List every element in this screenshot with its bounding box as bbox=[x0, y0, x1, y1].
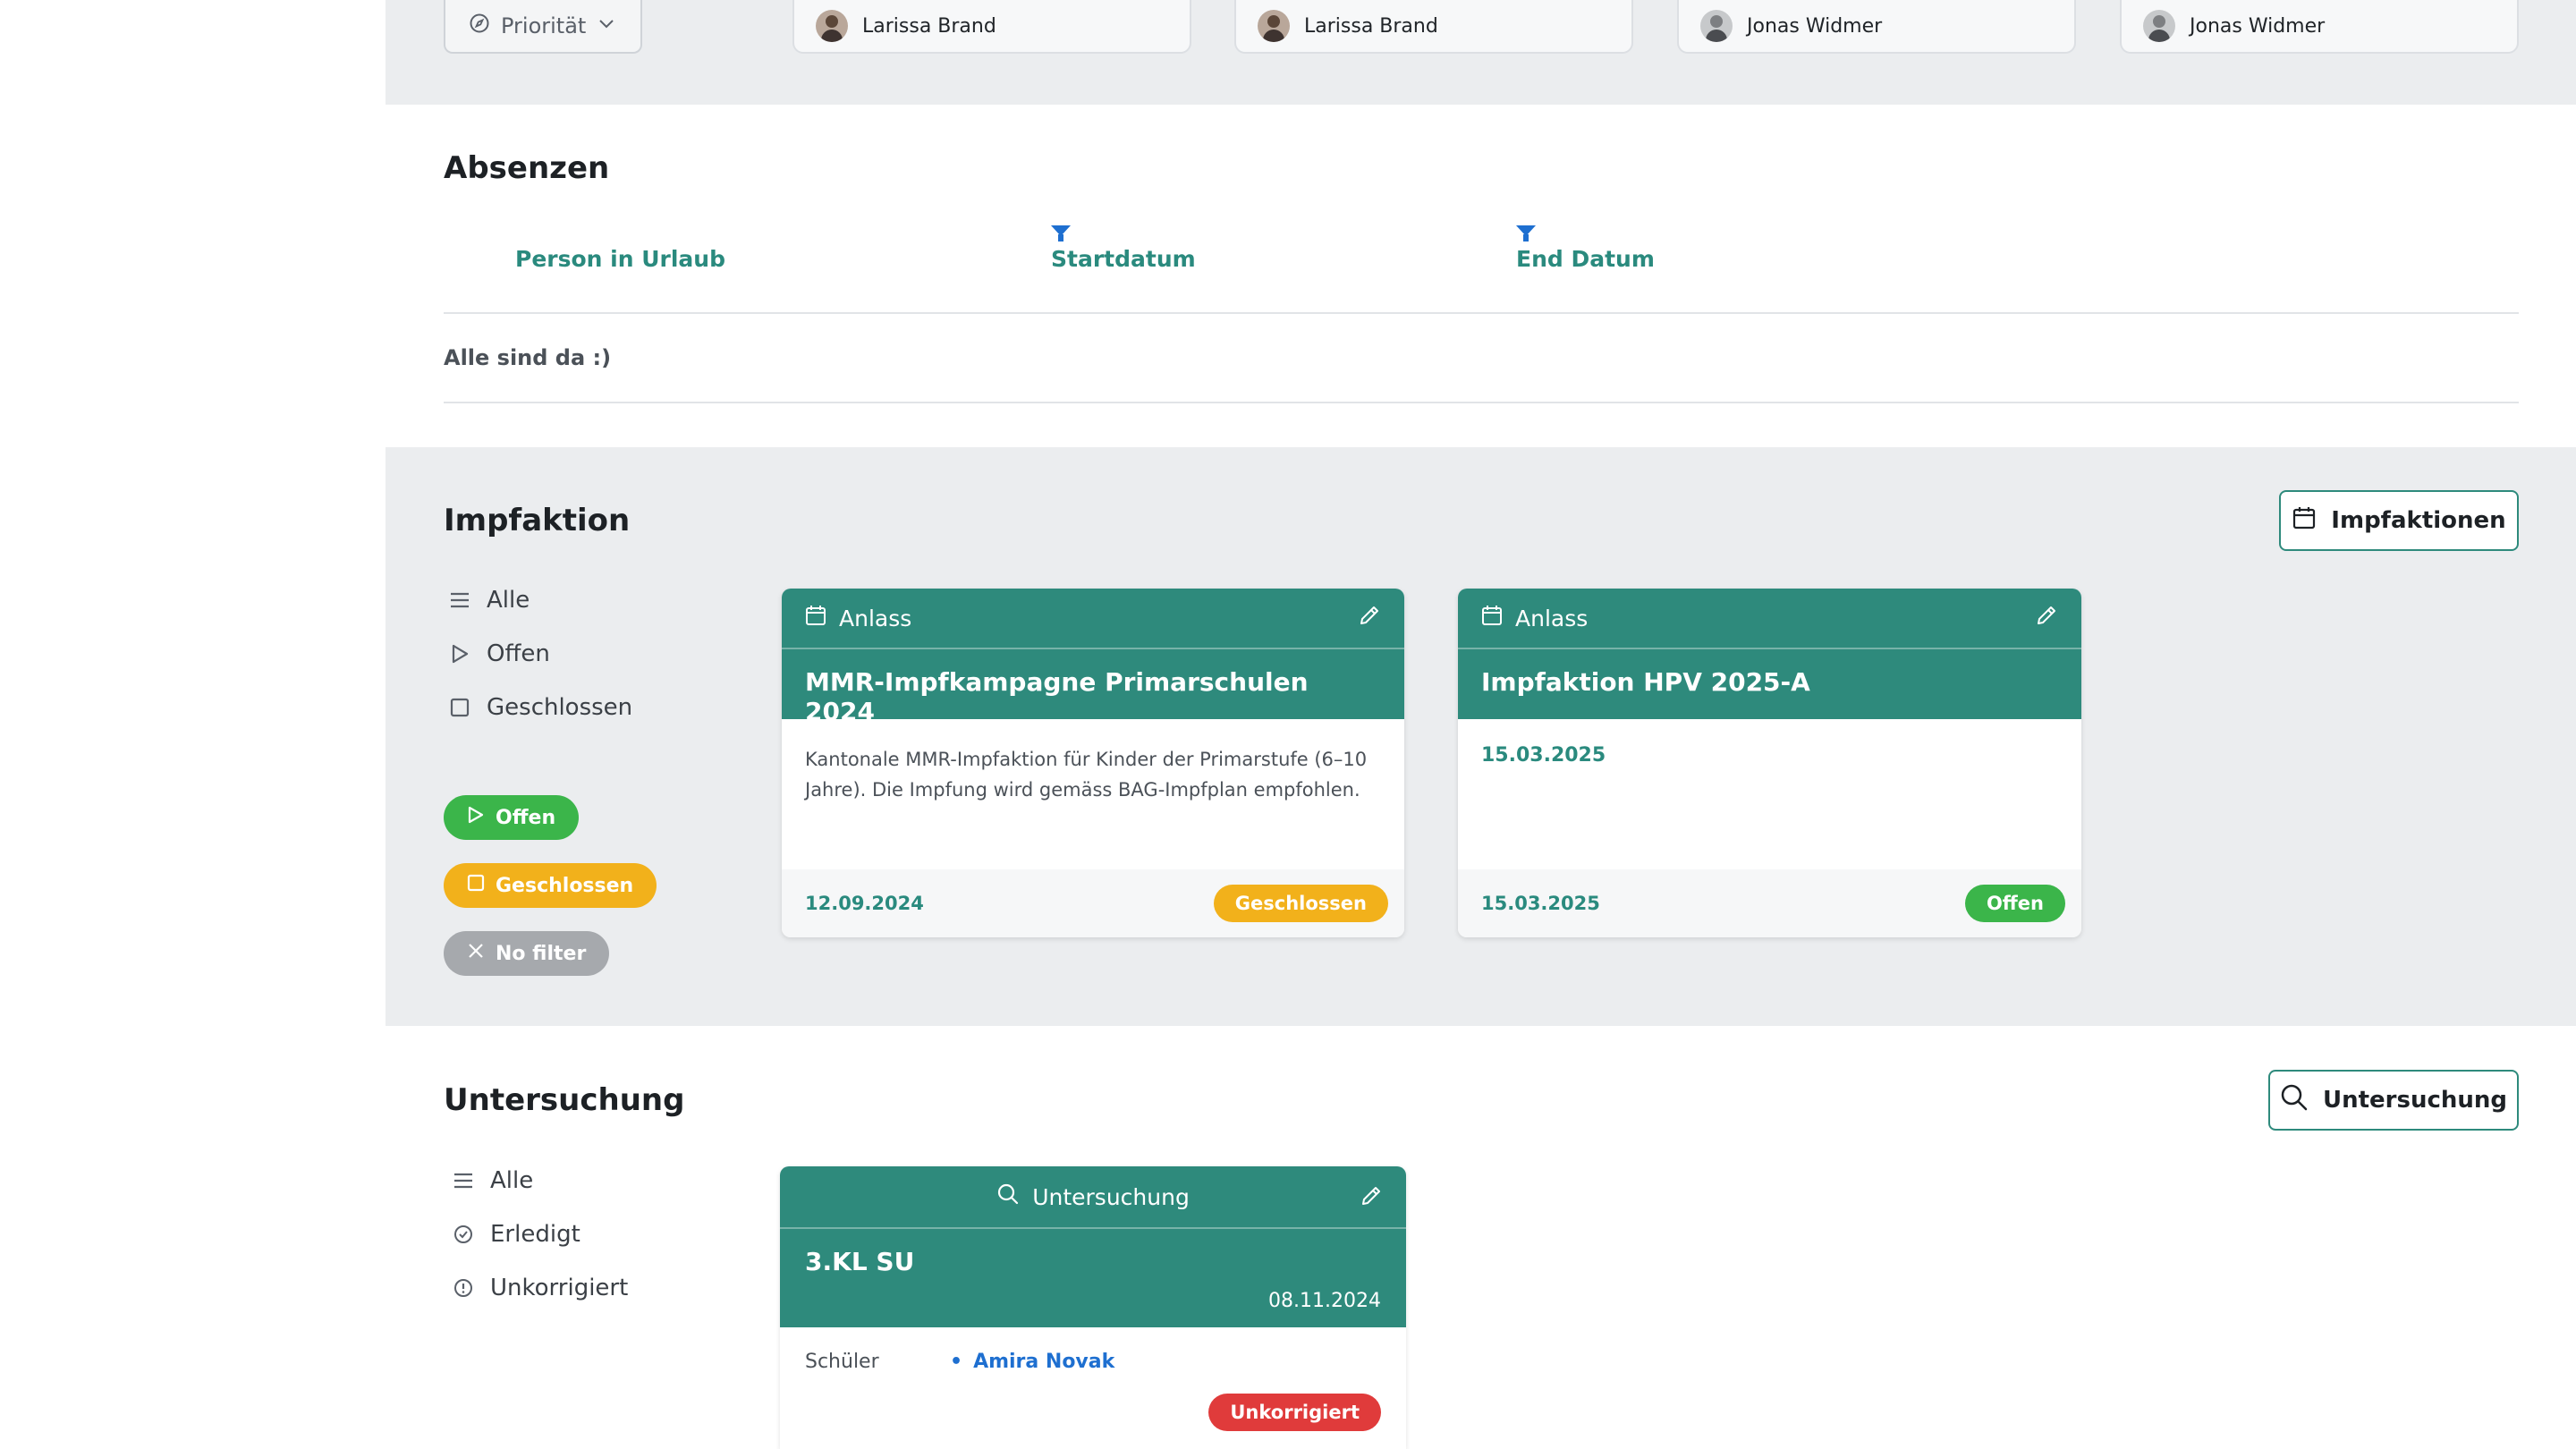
side-item-alle[interactable]: Alle bbox=[453, 1167, 533, 1194]
card-title: Impfaktion HPV 2025-A bbox=[1458, 648, 2081, 719]
untersuchung-title: Untersuchung bbox=[444, 1082, 685, 1118]
card-type: Untersuchung bbox=[1032, 1183, 1190, 1210]
card-type: Anlass bbox=[839, 605, 912, 631]
side-item-label: Alle bbox=[487, 587, 530, 614]
calendar-icon bbox=[2292, 505, 2317, 537]
avatar bbox=[1700, 10, 1733, 42]
column-startdatum[interactable]: Startdatum bbox=[1051, 246, 1196, 272]
edit-icon[interactable] bbox=[1358, 604, 1381, 632]
card-date: 15.03.2025 bbox=[1481, 893, 1600, 914]
column-person-in-urlaub[interactable]: Person in Urlaub bbox=[515, 246, 725, 272]
alert-circle-icon bbox=[453, 1278, 474, 1298]
filter-pill-label: No filter bbox=[496, 942, 587, 965]
student-link[interactable]: • Amira Novak bbox=[950, 1351, 1114, 1373]
side-item-label: Alle bbox=[490, 1167, 534, 1194]
untersuchung-button[interactable]: Untersuchung bbox=[2268, 1070, 2519, 1131]
table-divider bbox=[444, 402, 2519, 403]
avatar bbox=[1258, 10, 1290, 42]
side-item-label: Unkorrigiert bbox=[490, 1275, 629, 1301]
untersuchung-button-label: Untersuchung bbox=[2322, 1087, 2508, 1114]
untersuchung-card[interactable]: Untersuchung 3.KL SU 08.11.2024 Schüler … bbox=[780, 1166, 1406, 1449]
play-icon bbox=[449, 644, 470, 664]
side-item-unkorrigiert[interactable]: Unkorrigiert bbox=[453, 1275, 628, 1301]
card-description: 15.03.2025 bbox=[1481, 744, 1606, 767]
card-body: Schüler • Amira Novak Unkorrigiert bbox=[780, 1327, 1406, 1449]
card-type: Anlass bbox=[1515, 605, 1589, 631]
assignee-card[interactable]: Larissa Brand bbox=[1234, 0, 1633, 54]
assignee-card[interactable]: Jonas Widmer bbox=[1677, 0, 2076, 54]
assignee-name: Larissa Brand bbox=[1304, 14, 1438, 38]
side-item-label: Offen bbox=[487, 640, 550, 667]
filter-icon[interactable] bbox=[1051, 225, 1071, 242]
status-badge: Offen bbox=[1964, 885, 2065, 922]
card-header: Anlass bbox=[782, 589, 1404, 648]
absenzen-title: Absenzen bbox=[444, 150, 610, 186]
card-header: Untersuchung bbox=[780, 1166, 1406, 1227]
filter-pill-geschlossen[interactable]: Geschlossen bbox=[444, 863, 657, 908]
column-end-datum[interactable]: End Datum bbox=[1516, 246, 1655, 272]
compass-icon bbox=[469, 13, 490, 39]
card-title: 3.KL SU bbox=[805, 1247, 915, 1276]
impfaktionen-button-label: Impfaktionen bbox=[2331, 507, 2506, 534]
assignee-name: Larissa Brand bbox=[862, 14, 996, 38]
impfaktion-title: Impfaktion bbox=[444, 503, 631, 538]
side-item-offen[interactable]: Offen bbox=[449, 640, 550, 667]
calendar-icon bbox=[1481, 605, 1503, 631]
square-icon bbox=[449, 698, 470, 717]
filter-icon[interactable] bbox=[1516, 225, 1536, 242]
assignee-name: Jonas Widmer bbox=[1747, 14, 1883, 38]
filter-pill-label: Geschlossen bbox=[496, 874, 634, 897]
list-icon bbox=[449, 591, 470, 609]
card-title: MMR-Impfkampagne Primarschulen 2024 bbox=[782, 648, 1404, 726]
priority-sort-button[interactable]: Priorität bbox=[444, 0, 642, 54]
side-item-label: Geschlossen bbox=[487, 694, 633, 721]
edit-icon[interactable] bbox=[1360, 1184, 1383, 1213]
side-item-alle[interactable]: Alle bbox=[449, 587, 530, 614]
card-header: Anlass bbox=[1458, 589, 2081, 648]
table-divider bbox=[444, 312, 2519, 314]
check-circle-icon bbox=[453, 1224, 474, 1244]
side-item-geschlossen[interactable]: Geschlossen bbox=[449, 694, 632, 721]
card-description: Kantonale MMR-Impfaktion für Kinder der … bbox=[805, 749, 1368, 801]
assignee-name: Jonas Widmer bbox=[2190, 14, 2326, 38]
play-icon bbox=[467, 806, 485, 829]
card-date: 08.11.2024 bbox=[1268, 1290, 1381, 1312]
chevron-down-icon bbox=[597, 13, 616, 38]
close-icon bbox=[467, 942, 485, 965]
students-label: Schüler bbox=[805, 1351, 879, 1373]
impfaktion-card[interactable]: Anlass MMR-Impfkampagne Primarschulen 20… bbox=[782, 589, 1404, 937]
impfaktionen-button[interactable]: Impfaktionen bbox=[2279, 490, 2519, 551]
priority-label: Priorität bbox=[501, 13, 587, 38]
side-item-erledigt[interactable]: Erledigt bbox=[453, 1221, 580, 1248]
square-icon bbox=[467, 874, 485, 897]
filter-pill-label: Offen bbox=[496, 806, 556, 829]
side-item-label: Erledigt bbox=[490, 1221, 580, 1248]
avatar bbox=[2143, 10, 2175, 42]
impfaktion-card[interactable]: Anlass Impfaktion HPV 2025-A 15.03.2025 … bbox=[1458, 589, 2081, 937]
edit-icon[interactable] bbox=[2035, 604, 2058, 632]
card-date: 12.09.2024 bbox=[805, 893, 924, 914]
assignee-card[interactable]: Jonas Widmer bbox=[2120, 0, 2519, 54]
card-footer: 15.03.2025 Offen bbox=[1458, 869, 2081, 937]
avatar bbox=[816, 10, 848, 42]
search-icon bbox=[2280, 1083, 2309, 1118]
calendar-icon bbox=[805, 605, 826, 631]
filter-pill-no-filter[interactable]: No filter bbox=[444, 931, 610, 976]
card-footer: 12.09.2024 Geschlossen bbox=[782, 869, 1404, 937]
search-icon bbox=[996, 1182, 1020, 1211]
card-title-block: 3.KL SU 08.11.2024 bbox=[780, 1227, 1406, 1327]
assignee-card[interactable]: Larissa Brand bbox=[792, 0, 1191, 54]
status-badge: Unkorrigiert bbox=[1208, 1394, 1381, 1431]
filter-pill-offen[interactable]: Offen bbox=[444, 795, 580, 840]
empty-state-text: Alle sind da :) bbox=[444, 345, 612, 370]
status-badge: Geschlossen bbox=[1213, 885, 1388, 922]
student-name: Amira Novak bbox=[973, 1351, 1115, 1373]
bullet-icon: • bbox=[950, 1351, 963, 1373]
list-icon bbox=[453, 1172, 474, 1190]
